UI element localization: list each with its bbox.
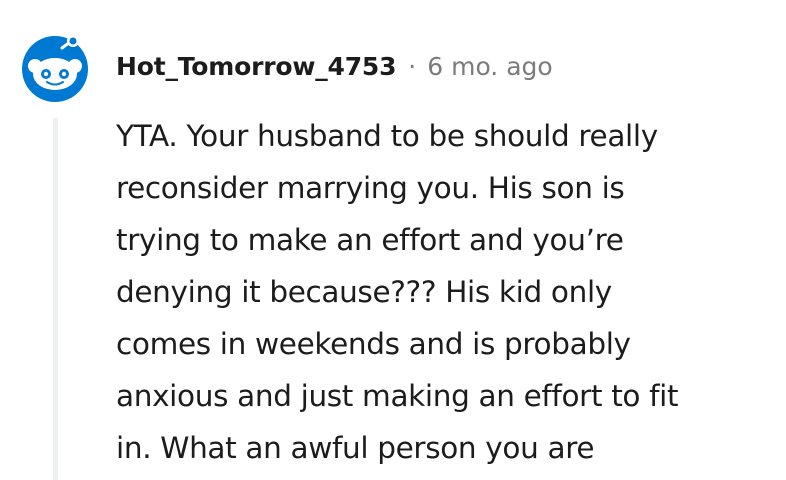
user-avatar[interactable] — [22, 34, 92, 102]
comment-body-line: trying to make an effort and you’re — [116, 223, 624, 257]
thread-line[interactable] — [53, 118, 58, 480]
comment: Hot_Tomorrow_4753 · 6 mo. ago YTA. Your … — [0, 0, 786, 480]
comment-author[interactable]: Hot_Tomorrow_4753 — [116, 52, 396, 81]
comment-timestamp[interactable]: 6 mo. ago — [427, 52, 552, 81]
comment-body-line: in. What an awful person you are — [116, 431, 595, 465]
comment-body: YTA. Your husband to be should really re… — [116, 110, 776, 474]
snoo-avatar-icon — [22, 35, 88, 102]
comment-body-line: anxious and just making an effort to fit — [116, 379, 679, 413]
comment-body-line: denying it because??? His kid only — [116, 275, 612, 309]
comment-body-line: YTA. Your husband to be should really — [116, 119, 658, 153]
comment-body-line: reconsider marrying you. His son is — [116, 171, 625, 205]
comment-header: Hot_Tomorrow_4753 · 6 mo. ago — [116, 46, 553, 86]
comment-body-line: comes in weekends and is probably — [116, 327, 631, 361]
meta-separator: · — [408, 51, 417, 81]
